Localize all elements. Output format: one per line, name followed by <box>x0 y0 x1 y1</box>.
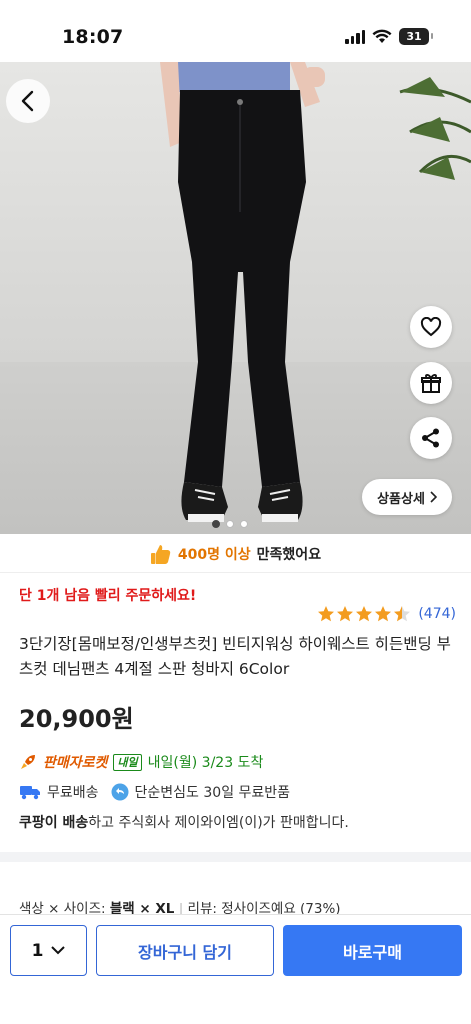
star-icon <box>356 606 373 622</box>
gift-icon <box>421 374 441 393</box>
review-count-link[interactable]: (474) <box>418 606 456 622</box>
free-return-label: 단순변심도 30일 무료반품 <box>134 785 291 801</box>
product-price: 20,900원 <box>19 705 134 733</box>
arrival-date: 내일(월) 3/23 도착 <box>147 755 264 771</box>
wishlist-button[interactable] <box>410 306 452 348</box>
thumbs-up-icon <box>150 545 171 564</box>
quantity-selector[interactable]: 1 <box>10 925 87 976</box>
seller-strong: 쿠팡이 배송 <box>19 815 89 831</box>
stock-alert: 단 1개 남음 빨리 주문하세요! <box>19 588 197 604</box>
delivery-row: 판매자로켓 내일 내일(월) 3/23 도착 <box>19 752 263 772</box>
star-icon <box>337 606 354 622</box>
gift-button[interactable] <box>410 362 452 404</box>
rocket-icon <box>21 755 35 769</box>
battery-icon: 31 <box>399 28 433 45</box>
quantity-value: 1 <box>31 940 44 961</box>
seller-info: 쿠팡이 배송하고 주식회사 제이와이엠(이)가 판매합니다. <box>19 812 349 832</box>
pager-dot[interactable] <box>212 520 220 528</box>
divider <box>0 572 471 573</box>
rocket-delivery-label: 판매자로켓 <box>43 755 108 771</box>
signal-icon <box>345 29 365 44</box>
pager-dot[interactable] <box>240 520 248 528</box>
chevron-right-icon <box>430 491 437 503</box>
rating-stars <box>317 605 411 623</box>
product-detail-button[interactable]: 상품상세 <box>362 479 452 515</box>
status-bar: 18:07 31 <box>0 0 471 62</box>
return-icon <box>111 783 129 801</box>
satisfaction-text: 만족했어요 <box>256 547 322 563</box>
chevron-down-icon <box>51 946 66 955</box>
satisfaction-banner: 400명 이상 만족했어요 <box>0 537 471 571</box>
section-divider <box>0 852 471 862</box>
status-icons: 31 <box>345 28 433 45</box>
image-pager[interactable] <box>212 520 248 528</box>
star-icon <box>375 606 392 622</box>
truck-icon <box>20 786 40 800</box>
wifi-icon <box>372 29 392 43</box>
share-button[interactable] <box>410 417 452 459</box>
share-icon <box>422 428 439 448</box>
star-icon <box>394 606 411 622</box>
rating[interactable]: (474) <box>317 605 456 623</box>
product-image[interactable] <box>0 62 471 534</box>
tomorrow-badge: 내일 <box>113 753 142 771</box>
product-photo-illustration <box>0 62 471 534</box>
pager-dot[interactable] <box>226 520 234 528</box>
product-title: 3단기장[몸매보정/인생부츠컷] 빈티지워싱 하이웨스트 히든밴딩 부츠컷 데님… <box>19 635 451 678</box>
add-to-cart-button[interactable]: 장바구니 담기 <box>96 925 274 976</box>
buy-now-button[interactable]: 바로구매 <box>283 925 462 976</box>
star-icon <box>318 606 335 622</box>
heart-icon <box>420 317 442 337</box>
chevron-left-icon <box>21 90 34 112</box>
status-time: 18:07 <box>62 26 124 48</box>
satisfaction-count: 400명 이상 <box>177 547 251 563</box>
free-shipping-label: 무료배송 <box>47 785 99 801</box>
seller-rest: 하고 주식회사 제이와이엠(이)가 판매합니다. <box>88 815 349 831</box>
bottom-action-bar: 1 장바구니 담기 바로구매 <box>0 914 471 1024</box>
product-detail-label: 상품상세 <box>377 491 425 507</box>
back-button[interactable] <box>6 79 50 123</box>
shipping-row: 무료배송 단순변심도 30일 무료반품 <box>19 782 290 802</box>
